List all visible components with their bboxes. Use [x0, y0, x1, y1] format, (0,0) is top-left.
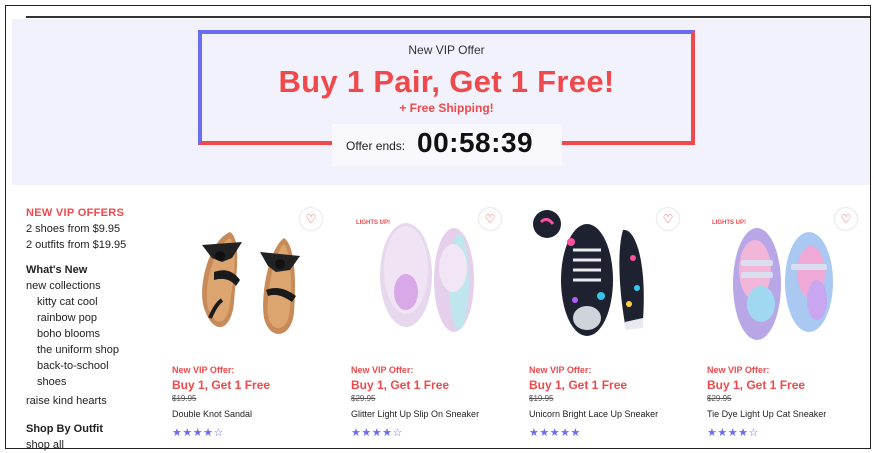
lights-up-badge: LIGHTS UP! — [712, 220, 746, 226]
product-offer-label: New VIP Offer: — [172, 365, 235, 375]
product-deal: Buy 1, Get 1 Free — [172, 378, 271, 392]
product-name[interactable]: Double Knot Sandal — [172, 409, 252, 419]
sidebar-heading-shop-by-outfit: Shop By Outfit — [26, 423, 103, 435]
sidebar-item-new-collections[interactable]: new collections — [26, 278, 156, 294]
promo-headline: Buy 1 Pair, Get 1 Free! — [278, 64, 615, 99]
product-deal: Buy 1, Get 1 Free — [707, 378, 806, 392]
product-image[interactable] — [172, 200, 322, 350]
sidebar-item-shoes-offer[interactable]: 2 shoes from $9.95 — [26, 221, 156, 237]
sidebar-item-outfits-offer[interactable]: 2 outfits from $19.95 — [26, 237, 156, 253]
vip-offer-label: New VIP Offer — [408, 43, 485, 57]
sidebar-nav: NEW VIP OFFERS 2 shoes from $9.95 2 outf… — [26, 205, 156, 453]
sidebar-heading-whats-new: What's New — [26, 264, 88, 276]
sidebar-item-boho-blooms[interactable]: boho blooms — [26, 326, 156, 342]
product-offer-label: New VIP Offer: — [529, 365, 592, 375]
product-old-price: $19.95 — [172, 394, 197, 403]
wishlist-heart-icon[interactable]: ♡ — [479, 208, 501, 230]
product-offer-label: New VIP Offer: — [707, 365, 770, 375]
product-card[interactable]: LIGHTS UP! ♡ New VIP Offer: Buy 1, Get 1… — [707, 200, 874, 450]
star-rating: ★★★★☆ — [707, 427, 759, 439]
star-rating: ★★★★☆ — [172, 427, 224, 439]
star-rating: ★★★★★ — [529, 427, 581, 439]
product-deal: Buy 1, Get 1 Free — [529, 378, 628, 392]
product-name[interactable]: Glitter Light Up Slip On Sneaker — [351, 409, 479, 419]
sidebar-item-raise-kind-hearts[interactable]: raise kind hearts — [26, 393, 156, 409]
product-old-price: $29.95 — [351, 394, 376, 403]
countdown-timer: 00:58:39 — [417, 127, 534, 158]
free-shipping-text: + Free Shipping! — [399, 101, 494, 115]
product-name[interactable]: Tie Dye Light Up Cat Sneaker — [707, 409, 826, 419]
lights-up-badge: LIGHTS UP! — [356, 220, 390, 226]
product-offer-label: New VIP Offer: — [351, 365, 414, 375]
product-deal: Buy 1, Get 1 Free — [351, 378, 450, 392]
star-rating: ★★★★☆ — [351, 427, 403, 439]
product-image[interactable] — [529, 200, 679, 350]
countdown-label: Offer ends: — [346, 139, 406, 153]
wishlist-heart-icon[interactable]: ♡ — [657, 208, 679, 230]
sidebar-item-rainbow-pop[interactable]: rainbow pop — [26, 310, 156, 326]
product-card[interactable]: LIGHTS UP! ♡ New VIP Offer: Buy 1, Get 1… — [351, 200, 521, 450]
sidebar-item-back-to-school[interactable]: back-to-school — [26, 358, 156, 374]
header-divider — [26, 16, 870, 18]
sidebar-offers-heading[interactable]: NEW VIP OFFERS — [26, 205, 156, 221]
product-card[interactable]: ♡ New VIP Offer: Buy 1, Get 1 Free $19.9… — [529, 200, 699, 450]
product-old-price: $19.95 — [529, 394, 554, 403]
wishlist-heart-icon[interactable]: ♡ — [300, 208, 322, 230]
product-name[interactable]: Unicorn Bright Lace Up Sneaker — [529, 409, 658, 419]
wishlist-heart-icon[interactable]: ♡ — [835, 208, 857, 230]
product-old-price: $29.95 — [707, 394, 732, 403]
sidebar-item-kitty-cat-cool[interactable]: kitty cat cool — [26, 294, 156, 310]
sidebar-item-back-to-school-shoes[interactable]: shoes — [26, 374, 156, 390]
product-card[interactable]: ♡ New VIP Offer: Buy 1, Get 1 Free $19.9… — [172, 200, 342, 450]
sidebar-item-uniform-shop[interactable]: the uniform shop — [26, 342, 156, 358]
